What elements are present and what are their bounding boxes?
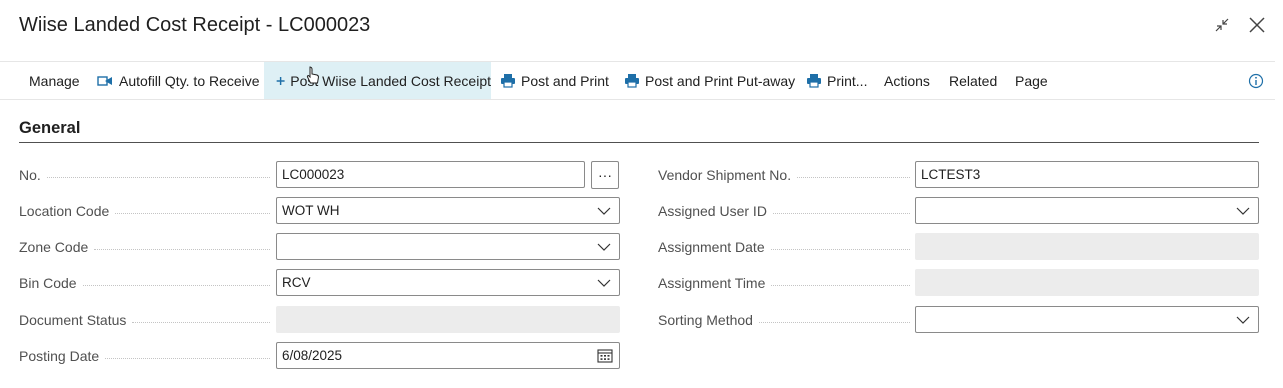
- assignment-date-value: [916, 234, 1258, 259]
- chevron-down-icon: [1236, 316, 1250, 324]
- posting-date-input[interactable]: [277, 343, 619, 368]
- related-menu[interactable]: Related: [949, 62, 997, 99]
- document-status-value: [277, 307, 619, 332]
- assignment-date-field: [915, 233, 1259, 260]
- close-icon[interactable]: [1246, 14, 1268, 36]
- bin-code-select[interactable]: [276, 269, 620, 296]
- collapse-icon[interactable]: [1211, 14, 1233, 36]
- calendar-icon[interactable]: [597, 348, 613, 363]
- assignment-time-label: Assignment Time: [658, 269, 910, 297]
- no-input[interactable]: [277, 162, 584, 187]
- posting-date-field[interactable]: [276, 342, 620, 369]
- section-divider: [19, 142, 1259, 143]
- location-code-input[interactable]: [277, 198, 619, 223]
- assignment-time-value: [916, 270, 1258, 295]
- bin-code-label: Bin Code: [19, 269, 270, 297]
- chevron-down-icon: [597, 279, 611, 287]
- vendor-shipment-no-input[interactable]: [916, 162, 1258, 187]
- actions-menu[interactable]: Actions: [884, 62, 930, 99]
- printer-icon: [807, 74, 821, 88]
- mouse-cursor-icon: [306, 66, 320, 84]
- bin-code-input[interactable]: [277, 270, 619, 295]
- printer-icon: [501, 74, 515, 88]
- sorting-method-select[interactable]: [915, 306, 1259, 333]
- document-status-label: Document Status: [19, 306, 270, 334]
- no-field[interactable]: [276, 161, 585, 188]
- post-and-print-button[interactable]: Post and Print: [500, 62, 609, 99]
- post-icon: [276, 76, 285, 85]
- page-menu[interactable]: Page: [1015, 62, 1048, 99]
- assigned-user-id-select[interactable]: [915, 197, 1259, 224]
- print-button[interactable]: Print...: [806, 62, 867, 99]
- zone-code-input[interactable]: [277, 234, 619, 259]
- chevron-down-icon: [1236, 207, 1250, 215]
- zone-code-select[interactable]: [276, 233, 620, 260]
- document-status-field: [276, 306, 620, 333]
- autofill-qty-button[interactable]: Autofill Qty. to Receive: [97, 62, 260, 99]
- vendor-shipment-no-field[interactable]: [915, 161, 1259, 188]
- printer-icon: [625, 74, 639, 88]
- location-code-label: Location Code: [19, 197, 270, 225]
- page-title: Wiise Landed Cost Receipt - LC000023: [19, 14, 371, 36]
- chevron-down-icon: [597, 207, 611, 215]
- assigned-user-id-input[interactable]: [916, 198, 1258, 223]
- vendor-shipment-no-label: Vendor Shipment No.: [658, 161, 910, 189]
- no-label: No.: [19, 161, 270, 189]
- chevron-down-icon: [597, 243, 611, 251]
- info-icon[interactable]: [1248, 62, 1269, 99]
- zone-code-label: Zone Code: [19, 233, 270, 261]
- action-bar: Manage Autofill Qty. to Receive Post Wii…: [0, 61, 1275, 100]
- assignment-date-label: Assignment Date: [658, 233, 910, 261]
- post-landed-cost-receipt-button[interactable]: Post Wiise Landed Cost Receipt: [264, 62, 491, 99]
- no-assist-button[interactable]: ···: [591, 161, 619, 189]
- post-and-print-putaway-button[interactable]: Post and Print Put-away: [624, 62, 795, 99]
- manage-menu[interactable]: Manage: [29, 62, 80, 99]
- sorting-method-input[interactable]: [916, 307, 1258, 332]
- location-code-select[interactable]: [276, 197, 620, 224]
- section-general-title[interactable]: General: [19, 119, 80, 138]
- assignment-time-field: [915, 269, 1259, 296]
- posting-date-label: Posting Date: [19, 342, 270, 370]
- assigned-user-id-label: Assigned User ID: [658, 197, 910, 225]
- autofill-icon: [97, 75, 112, 86]
- sorting-method-label: Sorting Method: [658, 306, 910, 334]
